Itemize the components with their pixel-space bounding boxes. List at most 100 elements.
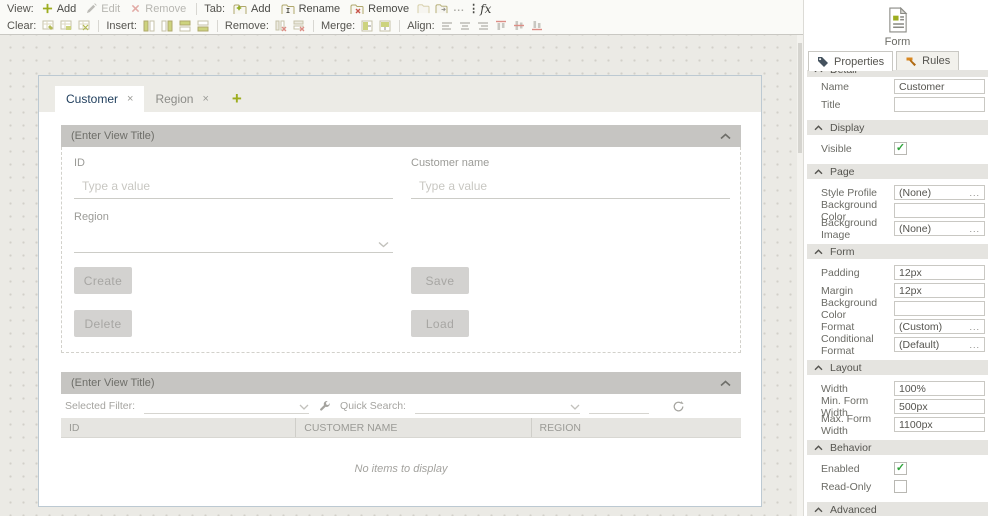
enabled-checkbox[interactable] (894, 462, 907, 475)
name-label: Name (821, 80, 850, 93)
align-left-icon[interactable] (438, 18, 456, 33)
quick-search-label: Quick Search: (340, 400, 406, 412)
clear-all-icon[interactable] (75, 18, 93, 33)
separator (312, 19, 314, 32)
clear-styles-icon[interactable] (57, 18, 75, 33)
view-edit-button[interactable]: Edit (81, 1, 125, 16)
insert-column-left-icon[interactable] (140, 18, 158, 33)
merge-group-label: Merge: (320, 19, 356, 32)
form-background-color-input[interactable] (894, 301, 985, 316)
align-middle-icon[interactable] (510, 18, 528, 33)
conditional-format-picker[interactable]: (Default) ... (894, 337, 985, 352)
region-dropdown[interactable] (74, 228, 393, 253)
view1-edit-area[interactable]: ID Customer name Region (61, 147, 741, 353)
width-label: Width (821, 382, 848, 395)
format-picker[interactable]: (Custom) ... (894, 319, 985, 334)
background-image-picker[interactable]: (None) ... (894, 221, 985, 236)
align-right-icon[interactable] (474, 18, 492, 33)
tab-rules[interactable]: Rules (896, 51, 960, 70)
ellipsis-icon: ... (969, 339, 980, 350)
customer-name-input[interactable] (411, 174, 730, 199)
behavior-section-header[interactable]: Behavior (807, 440, 988, 455)
move-tab-right-button[interactable] (432, 1, 450, 16)
style-profile-label: Style Profile (821, 186, 878, 199)
refresh-icon[interactable] (672, 400, 685, 413)
title-label: Title (821, 98, 841, 111)
close-icon[interactable]: × (127, 93, 133, 105)
add-tab-button[interactable]: + (232, 89, 242, 112)
align-top-icon[interactable] (492, 18, 510, 33)
remove-row-icon[interactable] (290, 18, 308, 33)
insert-column-right-icon[interactable] (158, 18, 176, 33)
collapse-chevron-icon (814, 248, 823, 255)
create-button[interactable]: Create (74, 267, 132, 294)
form-design-surface[interactable]: Customer × Region × + (Enter View Title)… (38, 75, 762, 507)
view-add-button[interactable]: Add (37, 1, 82, 16)
tab-customer[interactable]: Customer × (55, 86, 145, 112)
more-options-button[interactable]: ... (450, 1, 468, 16)
page-section-header[interactable]: Page (807, 164, 988, 179)
chevron-up-icon[interactable] (720, 132, 731, 140)
chevron-up-icon[interactable] (720, 379, 731, 387)
delete-button[interactable]: Delete (74, 310, 132, 337)
remove-column-icon[interactable] (272, 18, 290, 33)
save-button[interactable]: Save (411, 267, 469, 294)
padding-label: Padding (821, 266, 860, 279)
align-center-icon[interactable] (456, 18, 474, 33)
selected-filter-dropdown[interactable] (144, 398, 310, 414)
quick-search-input[interactable] (588, 398, 649, 414)
format-label: Format (821, 320, 855, 333)
layout-section-header[interactable]: Layout (807, 360, 988, 375)
merge-below-icon[interactable] (376, 18, 394, 33)
view1-titlebar[interactable]: (Enter View Title) (61, 125, 741, 147)
margin-input[interactable] (894, 283, 985, 298)
clear-group-label: Clear: (7, 19, 37, 32)
clear-contents-icon[interactable] (39, 18, 57, 33)
selected-widget-label: Form (884, 36, 911, 48)
form-body: (Enter View Title) ID Customer name (39, 112, 761, 506)
min-form-width-input[interactable] (894, 399, 985, 414)
insert-row-above-icon[interactable] (176, 18, 194, 33)
background-image-label: Background Image (821, 216, 878, 241)
load-button[interactable]: Load (411, 310, 469, 337)
page-background-color-input[interactable] (894, 203, 985, 218)
name-input[interactable] (894, 79, 985, 94)
padding-input[interactable] (894, 265, 985, 280)
align-bottom-icon[interactable] (528, 18, 546, 33)
view2-titlebar[interactable]: (Enter View Title) (61, 372, 741, 394)
move-tab-left-button[interactable] (414, 1, 432, 16)
column-header-customer-name[interactable]: CUSTOMER NAME (296, 418, 532, 437)
form-section-header[interactable]: Form (807, 244, 988, 259)
column-header-id[interactable]: ID (61, 418, 297, 437)
title-input[interactable] (894, 97, 985, 112)
tab-properties[interactable]: Properties (808, 51, 894, 71)
max-form-width-input[interactable] (894, 417, 985, 432)
tab-rename-button[interactable]: Rename (276, 1, 346, 16)
tab-remove-button[interactable]: Remove (345, 1, 414, 16)
style-profile-picker[interactable]: (None) ... (894, 185, 985, 200)
tab-region[interactable]: Region × (144, 86, 219, 112)
max-form-width-label: Max. Form Width (821, 412, 872, 437)
detail-section-header-clipped[interactable]: Detail (807, 70, 988, 78)
id-input[interactable] (74, 174, 393, 199)
width-input[interactable] (894, 381, 985, 396)
rules-hammer-icon (905, 55, 917, 67)
visible-checkbox[interactable] (894, 142, 907, 155)
expression-fx-button[interactable]: fx (474, 2, 497, 16)
panel-scrollbar-thumb[interactable] (798, 43, 802, 153)
close-icon[interactable]: × (202, 93, 208, 105)
display-section-header[interactable]: Display (807, 120, 988, 135)
advanced-section-header[interactable]: Advanced (807, 502, 988, 516)
insert-row-below-icon[interactable] (194, 18, 212, 33)
wrench-icon[interactable] (318, 400, 331, 413)
column-header-region[interactable]: REGION (532, 418, 741, 437)
chevron-down-icon (570, 404, 580, 410)
enabled-label: Enabled (821, 462, 860, 475)
view-remove-button[interactable]: Remove (125, 1, 191, 16)
tab-region-label: Region (155, 92, 194, 106)
read-only-checkbox[interactable] (894, 480, 907, 493)
tab-add-button[interactable]: Add (228, 1, 276, 16)
design-canvas[interactable]: Customer × Region × + (Enter View Title)… (0, 35, 797, 516)
merge-right-icon[interactable] (358, 18, 376, 33)
quick-search-column-dropdown[interactable] (414, 398, 580, 414)
